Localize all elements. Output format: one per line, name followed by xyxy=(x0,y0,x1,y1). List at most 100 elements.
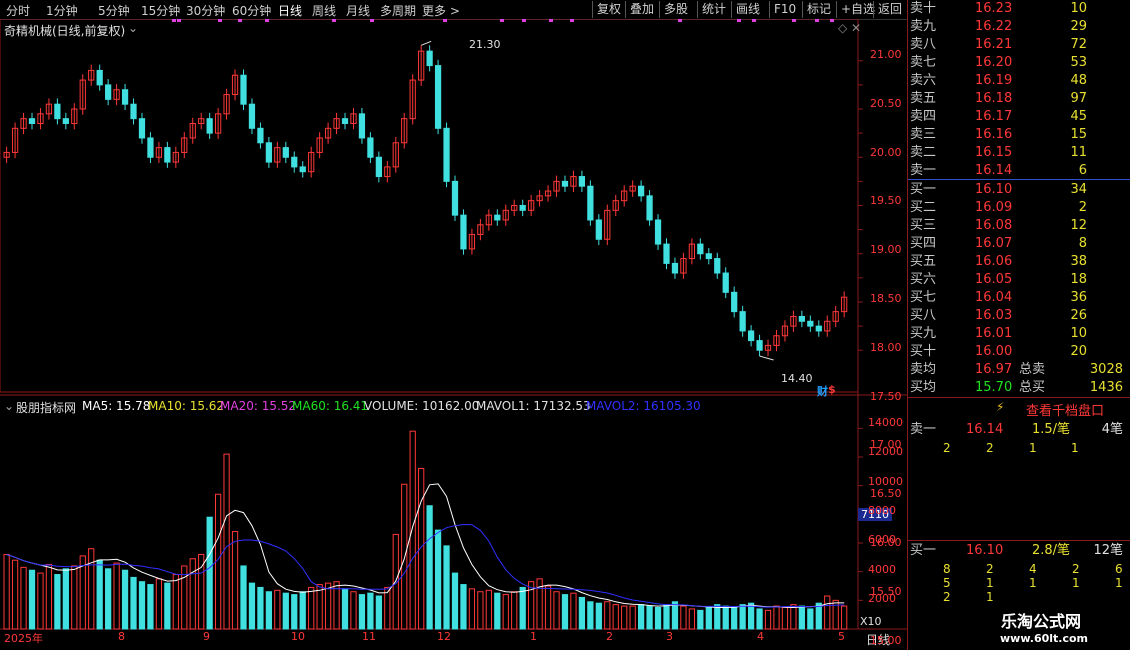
ask-level-price: 16.23 xyxy=(975,1,1013,16)
bid-level-row[interactable]: 买十 16.00 20 xyxy=(908,343,1130,361)
volume-bar xyxy=(248,582,256,630)
bid-level-row[interactable]: 买四 16.07 8 xyxy=(908,235,1130,253)
ask-level-row[interactable]: 卖三 16.16 15 xyxy=(908,126,1130,144)
total-buy-value: 1436 xyxy=(1089,380,1123,395)
draw-button[interactable]: 画线 xyxy=(731,1,760,18)
ask-level-row[interactable]: 卖二 16.15 11 xyxy=(908,144,1130,162)
volume-bar xyxy=(544,585,552,630)
volume-bar xyxy=(570,592,577,630)
event-marker xyxy=(737,19,741,22)
kline-chart[interactable] xyxy=(0,19,907,650)
back-button[interactable]: 返回 xyxy=(873,1,902,18)
high-price-label: 21.30 xyxy=(469,38,501,51)
view-depth-row[interactable]: ⚡ 查看千档盘口 xyxy=(908,399,1130,419)
f10-button[interactable]: F10 xyxy=(769,1,796,18)
tab-60min[interactable]: 60分钟 xyxy=(232,2,271,19)
order-book-panel: 卖十 16.23 10 卖九 16.22 29 卖八 16.21 72 卖七 16.20 53 卖六 16… xyxy=(907,0,1130,650)
tab-1min[interactable]: 1分钟 xyxy=(46,2,78,19)
bid-level-price: 16.01 xyxy=(975,326,1013,341)
ask-level-row[interactable]: 卖四 16.17 45 xyxy=(908,108,1130,126)
bid-level-row[interactable]: 买一 16.10 34 xyxy=(908,181,1130,199)
bid1-order: 2 xyxy=(986,562,994,576)
candle xyxy=(341,118,349,124)
volume-bar xyxy=(11,559,19,630)
bid-level-row[interactable]: 买二 16.09 2 xyxy=(908,199,1130,217)
ask1-detail-row: 卖一 16.14 1.5/笔 4笔 xyxy=(908,421,1130,439)
bid-level-row[interactable]: 买三 16.08 12 xyxy=(908,217,1130,235)
ask-level-row[interactable]: 卖七 16.20 53 xyxy=(908,54,1130,72)
candle xyxy=(697,243,704,255)
ask1-count: 4笔 xyxy=(1101,422,1123,437)
candle xyxy=(494,214,501,221)
tab-15min[interactable]: 15分钟 xyxy=(141,2,180,19)
bid-level-row[interactable]: 买七 16.04 36 xyxy=(908,289,1130,307)
diamond-icon[interactable]: ◇ xyxy=(838,21,847,35)
chart-area[interactable]: 奇精机械(日线,前复权) ⌄ 21.30 14.40 财 $ ◇ ✕ ⌄ 股朋指… xyxy=(0,19,907,650)
ask-level-row[interactable]: 卖八 16.21 72 xyxy=(908,36,1130,54)
bid-level-label: 买八 xyxy=(910,308,937,323)
ask-level-row[interactable]: 卖五 16.18 97 xyxy=(908,90,1130,108)
stats-button[interactable]: 统计 xyxy=(697,1,726,18)
event-marker xyxy=(332,19,336,22)
overlay-button[interactable]: 叠加 xyxy=(625,1,654,18)
bid-level-row[interactable]: 买五 16.06 38 xyxy=(908,253,1130,271)
bid-level-row[interactable]: 买九 16.01 10 xyxy=(908,325,1130,343)
event-marker xyxy=(172,19,176,22)
price-tick-label: 15.00 xyxy=(870,633,902,647)
chevron-down-icon[interactable]: ⌄ xyxy=(128,21,138,35)
volume-bar xyxy=(181,565,188,630)
volume-bar xyxy=(739,604,746,630)
event-marker xyxy=(500,19,504,22)
tab-more[interactable]: 更多 > xyxy=(422,2,460,19)
ask-level-label: 卖九 xyxy=(910,19,937,34)
bid-level-price: 16.07 xyxy=(975,236,1013,251)
volume-bar xyxy=(358,594,366,630)
tab-daily[interactable]: 日线 xyxy=(278,2,302,19)
volume-tick-label: 6000 xyxy=(868,533,896,547)
ask-level-row[interactable]: 卖一 16.14 6 xyxy=(908,162,1130,180)
ask-level-row[interactable]: 卖十 16.23 10 xyxy=(908,0,1130,18)
volume-bar xyxy=(299,591,306,630)
candle xyxy=(798,315,805,322)
bid-ask-divider xyxy=(908,179,1130,180)
ask-level-row[interactable]: 卖九 16.22 29 xyxy=(908,18,1130,36)
volume-bar xyxy=(375,595,382,630)
volume-bar xyxy=(172,574,179,630)
ask-level-label: 卖六 xyxy=(910,73,937,88)
candle xyxy=(28,118,36,124)
volume-tick-label: 14000 xyxy=(868,416,903,429)
tab-30min[interactable]: 30分钟 xyxy=(186,2,225,19)
bid-level-volume: 2 xyxy=(1078,200,1087,215)
adjust-button[interactable]: 复权 xyxy=(592,1,621,18)
add-watchlist-button[interactable]: +自选 xyxy=(836,1,875,18)
volume-bar xyxy=(688,608,696,630)
mark-button[interactable]: 标记 xyxy=(802,1,831,18)
event-marker xyxy=(792,19,796,22)
date-tick-label: 8 xyxy=(118,630,125,643)
total-sell-label: 总卖 xyxy=(1019,362,1046,377)
tab-intraday[interactable]: 分时 xyxy=(6,2,30,19)
tab-multi-period[interactable]: 多周期 xyxy=(380,2,416,19)
candle xyxy=(375,156,382,178)
tab-monthly[interactable]: 月线 xyxy=(346,2,370,19)
close-icon[interactable]: ✕ xyxy=(851,21,861,35)
view-depth-button[interactable]: 查看千档盘口 xyxy=(1026,400,1104,419)
bid-level-row[interactable]: 买六 16.05 18 xyxy=(908,271,1130,289)
multi-stock-button[interactable]: 多股 xyxy=(659,1,688,18)
indicator-menu-icon[interactable]: ⌄ xyxy=(4,399,14,413)
ask-level-price: 16.16 xyxy=(975,127,1013,142)
tab-5min[interactable]: 5分钟 xyxy=(98,2,130,19)
bid1-order: 5 xyxy=(943,576,951,590)
bid-level-row[interactable]: 买八 16.03 26 xyxy=(908,307,1130,325)
price-tick-label: 18.50 xyxy=(870,292,902,305)
dollar-icon[interactable]: $ xyxy=(828,383,836,396)
low-price-label: 14.40 xyxy=(781,372,813,385)
tab-weekly[interactable]: 周线 xyxy=(312,2,336,19)
volume-bar xyxy=(265,591,273,630)
bid-level-volume: 38 xyxy=(1070,254,1087,269)
finance-badge[interactable]: 财 xyxy=(817,383,828,399)
ask-level-row[interactable]: 卖六 16.19 48 xyxy=(908,72,1130,90)
date-tick-label: 10 xyxy=(291,630,305,643)
bid-level-price: 16.00 xyxy=(975,344,1013,359)
volume-bar xyxy=(612,604,619,630)
